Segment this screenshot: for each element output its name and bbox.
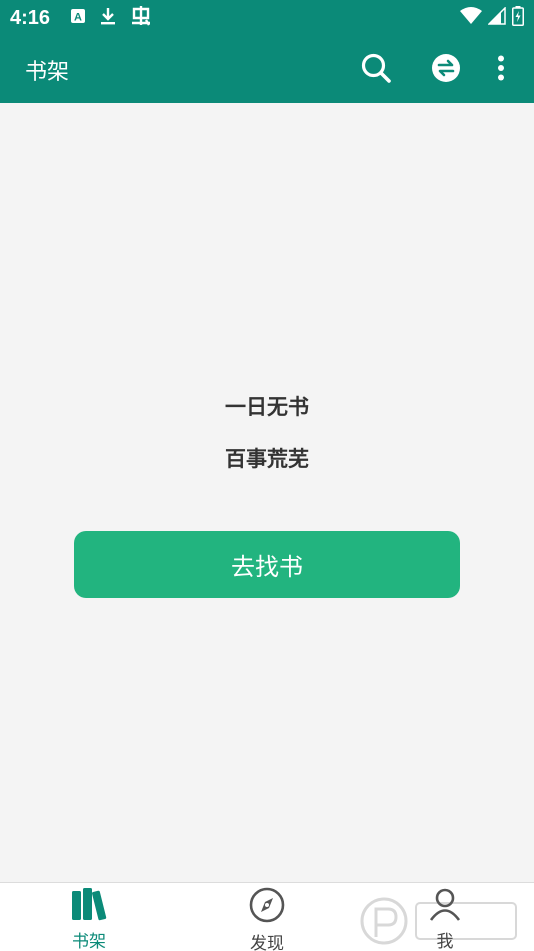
search-button[interactable] bbox=[352, 46, 400, 94]
bookshelf-empty-state: 一日无书 百事荒芜 去找书 bbox=[0, 103, 534, 882]
more-vert-icon bbox=[497, 55, 505, 85]
person-icon bbox=[428, 887, 462, 925]
find-books-label: 去找书 bbox=[231, 553, 303, 581]
app-bar-actions bbox=[352, 46, 534, 94]
a-letter-icon: A bbox=[70, 8, 86, 28]
empty-message-line1: 一日无书 bbox=[225, 395, 309, 419]
find-books-button[interactable]: 去找书 bbox=[74, 531, 460, 598]
nav-item-bookshelf[interactable]: 书架 bbox=[0, 883, 178, 951]
swap-icon bbox=[431, 53, 461, 87]
status-notification-icons: A bbox=[70, 6, 152, 30]
search-icon bbox=[360, 52, 392, 88]
battery-icon bbox=[512, 6, 524, 30]
signal-icon bbox=[487, 6, 506, 29]
nav-label-bookshelf: 书架 bbox=[72, 932, 106, 951]
nav-label-discover: 发现 bbox=[250, 934, 284, 951]
page-title: 书架 bbox=[25, 59, 70, 85]
swap-button[interactable] bbox=[422, 46, 470, 94]
status-system-icons bbox=[460, 6, 524, 30]
nav-item-me[interactable]: 我 bbox=[356, 883, 534, 951]
svg-text:A: A bbox=[74, 12, 82, 24]
bug-icon bbox=[130, 6, 152, 30]
compass-icon bbox=[249, 887, 285, 927]
bookshelf-icon bbox=[70, 887, 108, 925]
bottom-navigation: 书架 发现 我 bbox=[0, 882, 534, 951]
app-bar: 书架 bbox=[0, 36, 534, 103]
download-icon bbox=[100, 7, 116, 29]
nav-item-discover[interactable]: 发现 bbox=[178, 883, 356, 951]
nav-label-me: 我 bbox=[436, 932, 454, 951]
empty-message-line2: 百事荒芜 bbox=[225, 447, 309, 471]
status-bar: 4:16 A bbox=[0, 0, 534, 36]
status-time: 4:16 bbox=[10, 6, 51, 29]
wifi-icon bbox=[460, 7, 482, 29]
more-options-button[interactable] bbox=[486, 46, 516, 94]
